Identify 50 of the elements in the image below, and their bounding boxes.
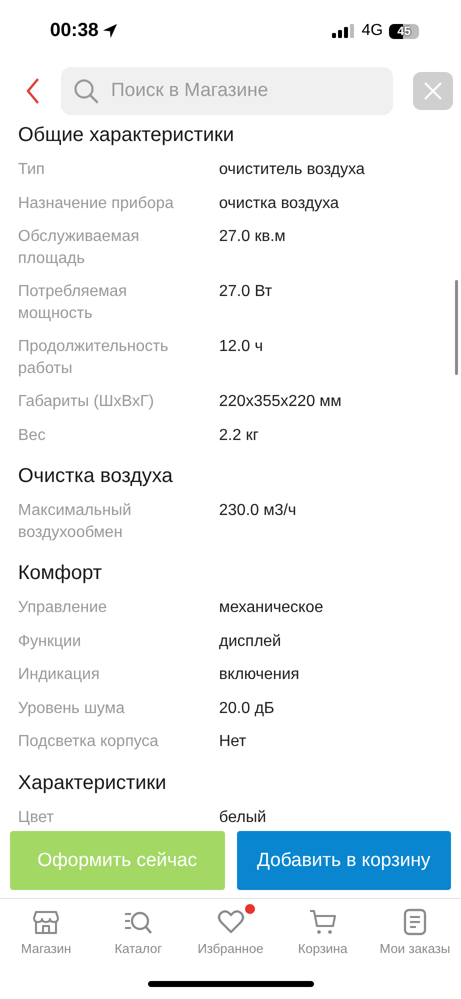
spec-label: Тип: [18, 160, 46, 180]
spec-label: Цвет: [18, 808, 55, 825]
spec-value: Нет: [219, 732, 246, 752]
spec-value: 20.0 дБ: [219, 698, 274, 718]
spec-label: Подсветка корпуса: [18, 732, 160, 752]
spec-value: 27.0 кв.м: [219, 227, 286, 247]
nav-tab[interactable]: Магазин: [0, 907, 92, 956]
spec-value: 27.0 Вт: [219, 282, 272, 302]
spec-value: очистка воздуха: [219, 194, 339, 214]
section-heading: Очистка воздуха: [18, 464, 174, 489]
status-time: 00:38: [50, 20, 99, 42]
spec-value: 220x355x220 мм: [219, 392, 342, 412]
spec-label: Потребляемая мощность: [18, 282, 128, 324]
spec-value: включения: [219, 665, 300, 685]
spec-value: механическое: [219, 598, 324, 618]
document-icon: [402, 908, 428, 936]
spec-label: Продолжительность работы: [18, 337, 170, 378]
spec-label: Функции: [18, 632, 82, 652]
section-heading: Характеристики: [18, 770, 168, 796]
nav-tab[interactable]: Избранное: [184, 907, 277, 956]
spec-value: 2.2 кг: [219, 426, 259, 446]
spec-label: Управление: [18, 598, 108, 618]
nav-tab[interactable]: Мои заказы: [368, 907, 461, 956]
signal-icon: [332, 24, 356, 38]
spec-value: очиститель воздуха: [219, 160, 365, 180]
network-label: 4G: [362, 22, 383, 40]
nav-tab[interactable]: Корзина: [276, 907, 369, 956]
section-heading: Комфорт: [18, 561, 103, 586]
heart-icon: [216, 908, 244, 936]
add-to-cart-button[interactable]: Добавить в корзину: [236, 831, 451, 890]
back-icon[interactable]: [25, 77, 41, 105]
spec-label: Назначение прибора: [18, 194, 175, 214]
spec-label: Индикация: [18, 665, 101, 685]
location-arrow-icon: [102, 23, 118, 39]
close-icon: [422, 80, 444, 102]
spec-value: дисплей: [219, 632, 282, 652]
spec-label: Габариты (ШхВхГ): [18, 392, 155, 412]
spec-value: белый: [219, 808, 266, 825]
search-field[interactable]: Поиск в Магазине: [61, 67, 393, 115]
search-icon: [73, 78, 99, 104]
spec-value: 12.0 ч: [219, 337, 263, 357]
storefront-icon: [32, 908, 60, 936]
spec-label: Уровень шума: [18, 698, 126, 718]
section-heading: Общие характеристики: [18, 123, 236, 148]
nav-tab[interactable]: Каталог: [92, 907, 184, 956]
spec-label: Максимальный воздухообмен: [18, 501, 132, 542]
cart-icon: [308, 908, 338, 936]
spec-label: Вес: [18, 426, 47, 446]
spec-label: Обслуживаемая площадь: [18, 227, 140, 268]
spec-value: 230.0 м3/ч: [219, 501, 296, 521]
